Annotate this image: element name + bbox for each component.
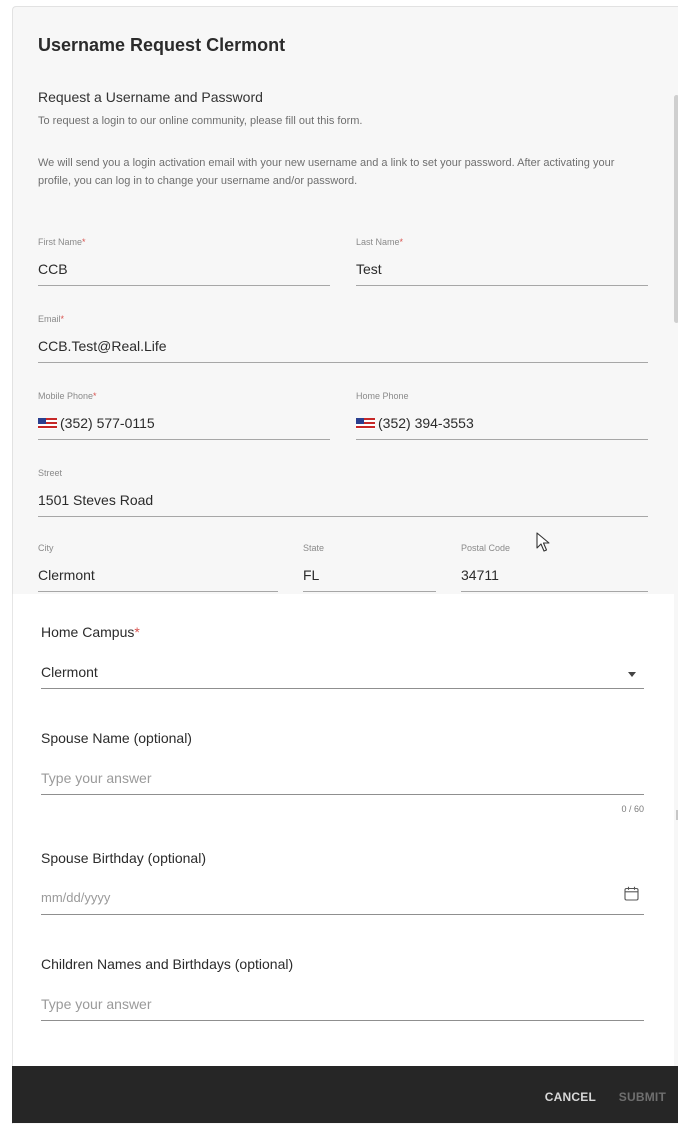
dialog-footer: CANCEL SUBMIT bbox=[12, 1066, 678, 1123]
last-name-label: Last Name* bbox=[356, 237, 404, 247]
street-label: Street bbox=[38, 468, 63, 478]
scrollbar-thumb[interactable] bbox=[674, 95, 678, 323]
mobile-phone-underline bbox=[38, 439, 330, 440]
email-underline bbox=[38, 362, 648, 363]
last-name-underline bbox=[356, 285, 648, 286]
postal-code-input[interactable]: 34711 bbox=[461, 567, 499, 583]
state-underline bbox=[303, 591, 436, 592]
character-counter: 0 / 60 bbox=[621, 804, 644, 814]
state-field[interactable]: State FL bbox=[303, 543, 436, 593]
home-campus-question: Home Campus* Clermont bbox=[41, 624, 644, 690]
home-campus-label: Home Campus* bbox=[41, 624, 140, 640]
children-label: Children Names and Birthdays (optional) bbox=[41, 956, 294, 972]
city-input[interactable]: Clermont bbox=[38, 567, 95, 583]
city-underline bbox=[38, 591, 278, 592]
intro-heading: Request a Username and Password bbox=[38, 89, 263, 105]
spouse-name-input[interactable]: Type your answer bbox=[41, 770, 152, 786]
home-phone-input[interactable]: (352) 394-3553 bbox=[356, 415, 474, 431]
spouse-birthday-input[interactable]: mm/dd/yyyy bbox=[41, 890, 110, 905]
mobile-phone-field[interactable]: Mobile Phone* (352) 577-0115 bbox=[38, 391, 330, 441]
spouse-name-underline bbox=[41, 794, 644, 795]
home-campus-underline bbox=[41, 688, 644, 689]
us-flag-icon[interactable] bbox=[38, 418, 57, 429]
home-phone-field[interactable]: Home Phone (352) 394-3553 bbox=[356, 391, 648, 441]
intro-subtext: To request a login to our online communi… bbox=[38, 115, 363, 127]
mobile-phone-value: (352) 577-0115 bbox=[60, 415, 155, 431]
postal-code-underline bbox=[461, 591, 648, 592]
mobile-phone-label: Mobile Phone* bbox=[38, 391, 97, 401]
cancel-button[interactable]: CANCEL bbox=[545, 1090, 596, 1104]
dropdown-caret-icon[interactable] bbox=[628, 672, 636, 677]
dialog-title: Username Request Clermont bbox=[38, 35, 286, 55]
last-name-field[interactable]: Last Name* Test bbox=[356, 237, 648, 287]
state-label: State bbox=[303, 543, 325, 553]
spouse-birthday-label: Spouse Birthday (optional) bbox=[41, 850, 206, 866]
street-underline bbox=[38, 516, 648, 517]
first-name-input[interactable]: CCB bbox=[38, 261, 68, 277]
home-campus-select[interactable]: Clermont bbox=[41, 664, 98, 680]
children-question: Children Names and Birthdays (optional) … bbox=[41, 956, 644, 1022]
submit-button[interactable]: SUBMIT bbox=[619, 1090, 666, 1104]
mouse-cursor-icon bbox=[536, 532, 550, 552]
email-input[interactable]: CCB.Test@Real.Life bbox=[38, 338, 167, 354]
last-name-input[interactable]: Test bbox=[356, 261, 382, 277]
home-phone-underline bbox=[356, 439, 648, 440]
home-phone-value: (352) 394-3553 bbox=[378, 415, 474, 431]
mobile-phone-input[interactable]: (352) 577-0115 bbox=[38, 415, 155, 431]
city-field[interactable]: City Clermont bbox=[38, 543, 278, 593]
street-input[interactable]: 1501 Steves Road bbox=[38, 492, 153, 508]
street-field[interactable]: Street 1501 Steves Road bbox=[38, 468, 648, 518]
calendar-icon[interactable] bbox=[624, 886, 639, 901]
email-field[interactable]: Email* CCB.Test@Real.Life bbox=[38, 314, 648, 364]
first-name-label: First Name* bbox=[38, 237, 86, 247]
intro-body: We will send you a login activation emai… bbox=[38, 157, 615, 187]
us-flag-icon[interactable] bbox=[356, 418, 375, 429]
spouse-name-question: Spouse Name (optional) Type your answer … bbox=[41, 730, 644, 820]
email-label: Email* bbox=[38, 314, 65, 324]
custom-questions-section: Home Campus* Clermont Spouse Name (optio… bbox=[12, 594, 674, 1066]
city-label: City bbox=[38, 543, 54, 553]
spouse-birthday-question: Spouse Birthday (optional) mm/dd/yyyy bbox=[41, 850, 644, 916]
first-name-field[interactable]: First Name* CCB bbox=[38, 237, 330, 287]
children-underline bbox=[41, 1020, 644, 1021]
state-input[interactable]: FL bbox=[303, 567, 319, 583]
spouse-name-label: Spouse Name (optional) bbox=[41, 730, 192, 746]
postal-code-field[interactable]: Postal Code 34711 bbox=[461, 543, 648, 593]
postal-code-label: Postal Code bbox=[461, 543, 511, 553]
spouse-birthday-underline bbox=[41, 914, 644, 915]
first-name-underline bbox=[38, 285, 330, 286]
home-phone-label: Home Phone bbox=[356, 391, 409, 401]
children-input[interactable]: Type your answer bbox=[41, 996, 152, 1012]
